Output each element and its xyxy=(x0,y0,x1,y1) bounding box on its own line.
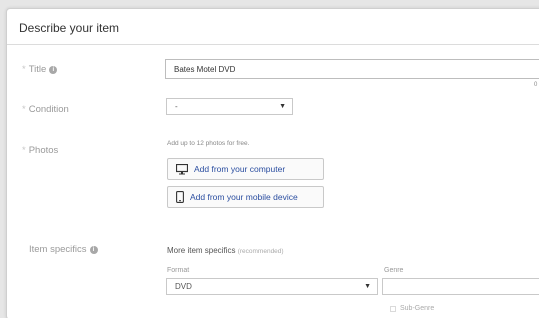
add-from-mobile-label: Add from your mobile device xyxy=(190,192,298,202)
monitor-icon xyxy=(176,163,188,175)
genre-label: Genre xyxy=(384,267,404,274)
add-from-mobile-button[interactable]: Add from your mobile device xyxy=(167,186,324,208)
photos-label-group: * Photos xyxy=(22,145,58,156)
info-icon[interactable]: i xyxy=(89,245,98,254)
condition-label: Condition xyxy=(28,104,69,115)
format-selected: DVD xyxy=(175,282,192,291)
photos-label: Photos xyxy=(28,145,59,156)
more-item-specifics-heading: More item specifics (recommended) xyxy=(167,246,284,255)
subgenre-option[interactable]: Sub-Genre xyxy=(390,305,434,312)
title-input[interactable] xyxy=(165,59,539,79)
subgenre-label: Sub-Genre xyxy=(400,305,435,312)
photos-hint: Add up to 12 photos for free. xyxy=(167,140,250,147)
format-label: Format xyxy=(167,267,190,274)
required-mark: * xyxy=(22,104,26,115)
condition-selected: - xyxy=(175,102,178,111)
title-char-count: 0 xyxy=(534,82,538,88)
title-label: Title xyxy=(28,64,47,75)
recommended-note: (recommended) xyxy=(237,248,284,255)
title-label-group: * Title i xyxy=(22,64,58,75)
info-icon[interactable]: i xyxy=(49,65,58,74)
condition-label-group: * Condition xyxy=(22,104,69,115)
describe-item-panel: Describe your item * Title i 0 * Conditi… xyxy=(6,8,539,318)
chevron-down-icon: ▼ xyxy=(279,103,286,110)
item-specifics-label-group: Item specifics i xyxy=(29,244,98,255)
more-item-specifics-text: More item specifics xyxy=(167,246,236,255)
chevron-down-icon: ▼ xyxy=(364,283,371,290)
add-from-computer-button[interactable]: Add from your computer xyxy=(167,158,324,180)
mobile-icon xyxy=(176,191,184,203)
subgenre-checkbox[interactable] xyxy=(390,305,396,312)
add-from-computer-label: Add from your computer xyxy=(194,164,286,174)
format-select[interactable]: DVD ▼ xyxy=(166,278,378,295)
required-mark: * xyxy=(22,64,26,75)
genre-input[interactable] xyxy=(382,278,539,295)
panel-title: Describe your item xyxy=(7,9,539,45)
condition-select[interactable]: - ▼ xyxy=(166,98,293,115)
required-mark: * xyxy=(22,145,26,156)
item-specifics-label: Item specifics xyxy=(29,244,87,255)
